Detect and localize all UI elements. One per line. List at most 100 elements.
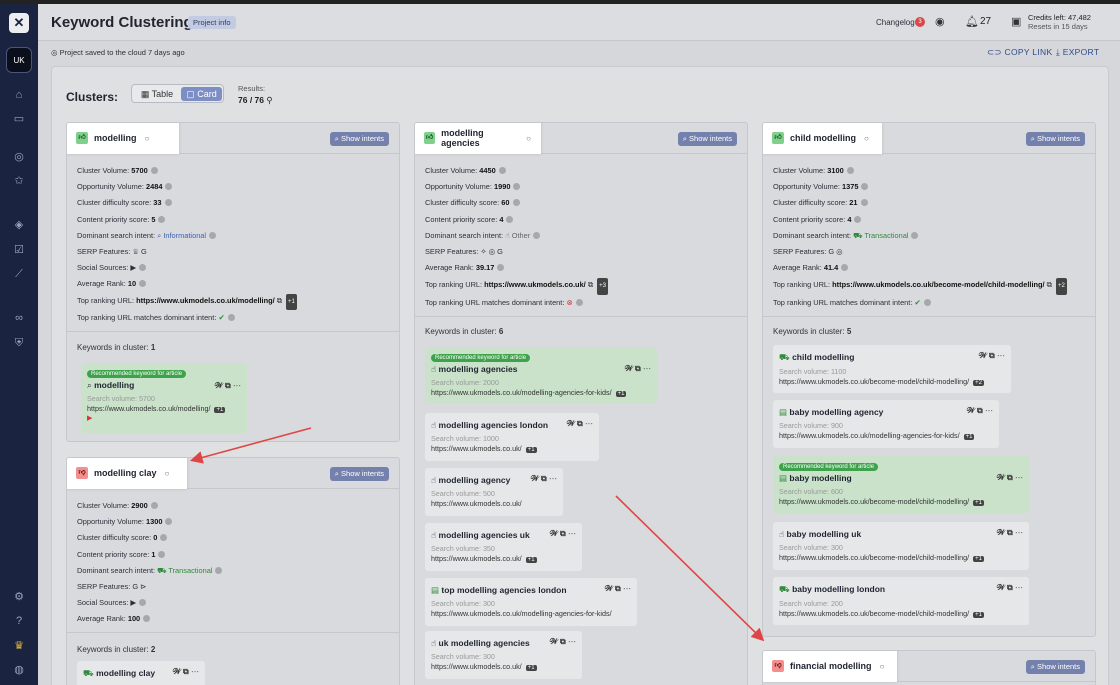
- keyword-actions[interactable]: 𝒲 ⧉ ⋯: [530, 474, 557, 484]
- keyword-card[interactable]: ☝︎ modelling agencies london 𝒲 ⧉ ⋯ Searc…: [425, 413, 599, 461]
- keyword-actions[interactable]: 𝒲 ⧉ ⋯: [978, 351, 1005, 361]
- check-doc-icon[interactable]: ☑: [12, 243, 26, 257]
- url-text[interactable]: https://www.ukmodels.co.uk/: [431, 499, 522, 508]
- search-icon[interactable]: ○: [864, 134, 869, 143]
- info-icon[interactable]: [215, 566, 223, 574]
- tag-icon[interactable]: ◈: [12, 218, 26, 232]
- copy-icon[interactable]: ⧉: [1047, 280, 1052, 289]
- url-text[interactable]: https://www.ukmodels.co.uk/: [431, 554, 522, 563]
- info-icon[interactable]: [497, 264, 505, 272]
- more-badge[interactable]: +1: [973, 612, 984, 618]
- search-icon[interactable]: ○: [165, 469, 170, 478]
- info-icon[interactable]: [506, 215, 514, 223]
- more-badge[interactable]: +1: [615, 391, 627, 397]
- magic-wand-icon[interactable]: ⟋: [12, 267, 26, 281]
- keyword-actions[interactable]: 𝒲 ⧉ ⋯: [624, 364, 651, 374]
- keyword-actions[interactable]: 𝒲 ⧉ ⋯: [996, 473, 1023, 483]
- info-icon[interactable]: [150, 167, 158, 174]
- url-text[interactable]: https://www.ukmodels.co.uk/become-model/…: [779, 497, 969, 506]
- url-text[interactable]: https://www.ukmodels.co.uk/modelling-age…: [431, 388, 612, 397]
- crown-icon[interactable]: ♛: [12, 639, 26, 653]
- info-icon[interactable]: [575, 298, 583, 306]
- url-text[interactable]: https://www.ukmodels.co.uk/become-model/…: [779, 377, 969, 386]
- info-icon[interactable]: [498, 167, 506, 174]
- info-icon[interactable]: [860, 199, 868, 207]
- more-badge[interactable]: +1: [525, 557, 537, 563]
- keyword-card[interactable]: ⛟ child modelling 𝒲 ⧉ ⋯ Search volume: 1…: [773, 345, 1011, 393]
- search-icon[interactable]: ○: [880, 662, 885, 671]
- keyword-actions[interactable]: 𝒲 ⧉ ⋯: [604, 584, 631, 594]
- url-text[interactable]: https://www.ukmodels.co.uk/: [431, 444, 522, 453]
- show-intents-button[interactable]: ⌕ Show intents: [1025, 660, 1085, 674]
- search-icon[interactable]: ○: [526, 134, 531, 143]
- changelog-link[interactable]: Changelog: [876, 18, 915, 27]
- info-icon[interactable]: [160, 534, 168, 542]
- info-icon[interactable]: [165, 183, 173, 191]
- keyword-card[interactable]: Recommended keyword for article ⌕ modell…: [81, 363, 247, 433]
- info-icon[interactable]: [513, 183, 521, 191]
- more-badge[interactable]: +3: [597, 278, 608, 295]
- home-icon[interactable]: ⌂: [12, 88, 26, 102]
- copy-icon[interactable]: ⧉: [277, 296, 282, 305]
- top-url-link[interactable]: https://www.ukmodels.co.uk/: [484, 280, 586, 289]
- shield-icon[interactable]: ⛨: [12, 336, 26, 350]
- more-badge[interactable]: +1: [973, 500, 984, 506]
- info-icon[interactable]: [512, 199, 520, 207]
- project-info-button[interactable]: Project info: [188, 16, 236, 29]
- more-badge[interactable]: +1: [286, 293, 297, 310]
- keyword-card[interactable]: Recommended keyword for article ▤ baby m…: [773, 456, 1029, 513]
- url-text[interactable]: https://www.ukmodels.co.uk/modelling/: [87, 404, 210, 413]
- keyword-card[interactable]: ☝︎ uk modelling agencies 𝒲 ⧉ ⋯ Search vo…: [425, 631, 582, 679]
- keyword-card[interactable]: ▤ top modelling agencies london 𝒲 ⧉ ⋯ Se…: [425, 578, 637, 626]
- keyword-actions[interactable]: 𝒲 ⧉ ⋯: [549, 529, 576, 539]
- url-text[interactable]: https://www.ukmodels.co.uk/modelling-age…: [431, 609, 612, 618]
- account-icon[interactable]: ◉: [935, 15, 945, 28]
- info-icon[interactable]: [164, 199, 172, 207]
- show-intents-button[interactable]: ⌕ Show intents: [677, 132, 737, 146]
- pin-icon[interactable]: ⚲: [266, 95, 272, 105]
- more-badge[interactable]: +1: [525, 447, 537, 453]
- keyword-actions[interactable]: 𝒲 ⧉ ⋯: [172, 667, 199, 677]
- url-text[interactable]: https://www.ukmodels.co.uk/modelling-age…: [779, 431, 960, 440]
- keyword-actions[interactable]: 𝒲 ⧉ ⋯: [549, 637, 576, 647]
- info-icon[interactable]: [227, 313, 235, 321]
- keyword-actions[interactable]: 𝒲 ⧉ ⋯: [996, 528, 1023, 538]
- keyword-actions[interactable]: 𝒲 ⧉ ⋯: [996, 583, 1023, 593]
- link-icon[interactable]: ∞: [12, 311, 26, 325]
- info-icon[interactable]: [143, 615, 151, 623]
- info-icon[interactable]: [158, 215, 166, 223]
- copy-icon[interactable]: ⧉: [588, 280, 593, 289]
- cluster-title[interactable]: 👎︎ modelling clay ○: [67, 458, 187, 489]
- keyword-card[interactable]: ☝︎ modelling agencies uk 𝒲 ⧉ ⋯ Search vo…: [425, 523, 582, 571]
- keyword-card[interactable]: ☝︎ modelling agency 𝒲 ⧉ ⋯ Search volume:…: [425, 468, 563, 516]
- more-badge[interactable]: +1: [525, 665, 537, 671]
- more-badge[interactable]: +2: [1055, 278, 1067, 295]
- bell-icon[interactable]: 🔔︎: [965, 15, 979, 28]
- info-icon[interactable]: [139, 599, 147, 607]
- top-url-link[interactable]: https://www.ukmodels.co.uk/modelling/: [136, 296, 275, 305]
- info-icon[interactable]: [841, 264, 849, 272]
- top-url-link[interactable]: https://www.ukmodels.co.uk/become-model/…: [832, 280, 1044, 289]
- url-text[interactable]: https://www.ukmodels.co.uk/: [431, 662, 522, 671]
- info-icon[interactable]: [533, 231, 541, 239]
- info-icon[interactable]: [139, 264, 147, 272]
- more-badge[interactable]: +1: [963, 434, 975, 440]
- info-icon[interactable]: [139, 280, 147, 288]
- document-icon[interactable]: ▭: [12, 112, 26, 126]
- table-view-button[interactable]: ▦ Table: [134, 87, 180, 101]
- show-intents-button[interactable]: ⌕ Show intents: [329, 132, 389, 146]
- keyword-card[interactable]: ⛟ modelling clay 𝒲 ⧉ ⋯: [77, 661, 205, 685]
- info-icon[interactable]: [165, 518, 173, 526]
- export-button[interactable]: ⤓ EXPORT: [1056, 47, 1099, 58]
- url-text[interactable]: https://www.ukmodels.co.uk/become-model/…: [779, 553, 969, 562]
- keyword-card[interactable]: ⛟ baby modelling london 𝒲 ⧉ ⋯ Search vol…: [773, 577, 1029, 625]
- more-badge[interactable]: +1: [973, 556, 984, 562]
- search-icon[interactable]: ○: [145, 134, 150, 143]
- info-icon[interactable]: [911, 231, 919, 239]
- more-badge[interactable]: +2: [973, 380, 984, 386]
- more-badge[interactable]: +1: [214, 407, 226, 413]
- compass-icon[interactable]: ◎: [12, 150, 26, 164]
- project-avatar[interactable]: UK: [6, 47, 32, 73]
- info-icon[interactable]: [923, 298, 931, 306]
- show-intents-button[interactable]: ⌕ Show intents: [1025, 132, 1085, 146]
